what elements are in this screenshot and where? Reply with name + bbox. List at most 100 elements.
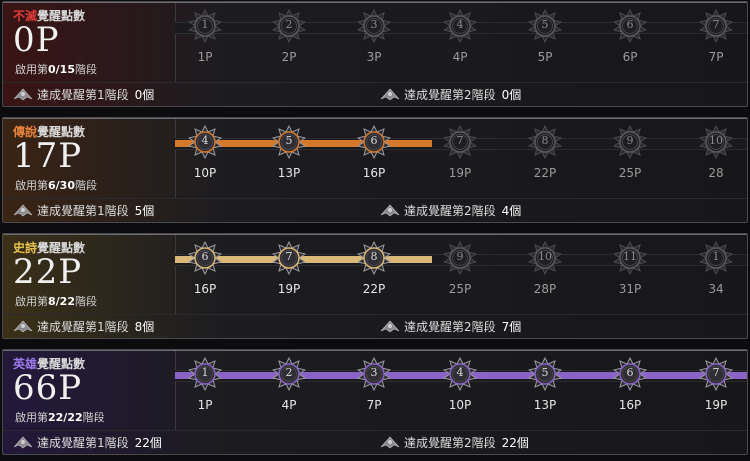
- stage-number: 3: [370, 18, 378, 31]
- stage-cost: 19P: [448, 166, 472, 180]
- points-value: 17P: [13, 136, 83, 176]
- awakening-panel: 史詩覺醒點數 22P 啟用第8/22階段 6 16P 7 19P 8 22P 9…: [2, 233, 748, 339]
- stage-cost: 10P: [448, 398, 472, 412]
- stage-number: 8: [370, 250, 378, 263]
- points-value: 0P: [13, 20, 60, 60]
- stage-node[interactable]: 3: [357, 357, 391, 391]
- stage-prefix: 啟用第: [15, 411, 48, 424]
- awakening-panel: 傳說覺醒點數 17P 啟用第6/30階段 4 10P 5 13P 6 16P 7…: [2, 117, 748, 223]
- stage-suffix: 階段: [74, 63, 97, 76]
- stage-cost: 16P: [193, 282, 217, 296]
- stage-node[interactable]: 7: [699, 357, 733, 391]
- stage-node[interactable]: 5: [528, 9, 562, 43]
- stage-cost: 16P: [618, 398, 642, 412]
- stage-node[interactable]: 7: [443, 125, 477, 159]
- achievement-count: 0個: [501, 88, 522, 102]
- achievement-label: 達成覺醒第1階段: [37, 320, 129, 334]
- stage-number: 9: [456, 250, 464, 263]
- stage-number: 1: [712, 250, 720, 263]
- stage-prefix: 啟用第: [15, 295, 48, 308]
- stage-node[interactable]: 7: [272, 241, 306, 275]
- stage-cost: 28P: [533, 282, 557, 296]
- stage-node[interactable]: 7: [699, 9, 733, 43]
- stage-node[interactable]: 11: [613, 241, 647, 275]
- points-summary: 英雄覺醒點數 66P 啟用第22/22階段: [3, 350, 176, 430]
- emblem-icon: [13, 436, 37, 450]
- stage-track: 4 10P 5 13P 6 16P 7 19P 8 22P 9 25P 10 2…: [175, 118, 747, 198]
- stage-cost: 7P: [708, 50, 724, 64]
- stage-prefix: 啟用第: [15, 179, 48, 192]
- stage-node[interactable]: 8: [528, 125, 562, 159]
- stage-number: 8: [541, 134, 549, 147]
- stage-node[interactable]: 4: [188, 125, 222, 159]
- stage-number: 10: [538, 250, 552, 263]
- stage-number: 7: [712, 18, 720, 31]
- emblem-icon: [13, 204, 37, 218]
- stage-cost: 4P: [452, 50, 468, 64]
- emblem-icon: [380, 436, 404, 450]
- stage-node[interactable]: 1: [188, 357, 222, 391]
- stage-cost: 1P: [197, 398, 213, 412]
- points-summary: 史詩覺醒點數 22P 啟用第8/22階段: [3, 234, 176, 314]
- stage-cost: 25P: [448, 282, 472, 296]
- points-value: 66P: [13, 368, 83, 408]
- stage-node[interactable]: 2: [272, 357, 306, 391]
- stage-number: 3: [370, 366, 378, 379]
- stage-node[interactable]: 9: [443, 241, 477, 275]
- stage-number: 4: [201, 134, 209, 147]
- stage-status: 啟用第8/22階段: [15, 293, 97, 309]
- emblem-icon: [380, 204, 404, 218]
- stage-number: 7: [456, 134, 464, 147]
- achievement-stage2: 達成覺醒第2階段 7個: [380, 318, 521, 336]
- achievement-row: 達成覺醒第1階段 8個 達成覺醒第2階段 7個: [3, 314, 747, 338]
- stage-node[interactable]: 6: [613, 9, 647, 43]
- stage-node[interactable]: 10: [699, 125, 733, 159]
- stage-cost: 2P: [281, 50, 297, 64]
- achievement-label: 達成覺醒第2階段: [404, 88, 496, 102]
- achievement-count: 22個: [501, 436, 529, 450]
- stage-node[interactable]: 5: [272, 125, 306, 159]
- stage-number: 7: [712, 366, 720, 379]
- stage-node[interactable]: 1: [699, 241, 733, 275]
- stage-status: 啟用第22/22階段: [15, 409, 105, 425]
- stage-node[interactable]: 3: [357, 9, 391, 43]
- stage-value: 22/22: [48, 411, 83, 424]
- achievement-label: 達成覺醒第1階段: [37, 88, 129, 102]
- achievement-count: 7個: [501, 320, 522, 334]
- stage-node[interactable]: 9: [613, 125, 647, 159]
- stage-track: 1 1P 2 4P 3 7P 4 10P 5 13P 6 16P 7 19P: [175, 350, 747, 430]
- stage-node[interactable]: 6: [188, 241, 222, 275]
- achievement-label: 達成覺醒第2階段: [404, 204, 496, 218]
- stage-cost: 13P: [277, 166, 301, 180]
- stage-number: 5: [541, 366, 549, 379]
- stage-node[interactable]: 6: [613, 357, 647, 391]
- stage-number: 4: [456, 18, 464, 31]
- stage-node[interactable]: 4: [443, 9, 477, 43]
- emblem-icon: [13, 320, 37, 334]
- achievement-stage1: 達成覺醒第1階段 5個: [13, 202, 154, 220]
- awakening-panel: 英雄覺醒點數 66P 啟用第22/22階段 1 1P 2 4P 3 7P 4 1…: [2, 349, 748, 455]
- stage-cost: 31P: [618, 282, 642, 296]
- stage-node[interactable]: 10: [528, 241, 562, 275]
- stage-cost: 7P: [366, 398, 382, 412]
- stage-cost: 34: [708, 282, 724, 296]
- achievement-stage1: 達成覺醒第1階段 8個: [13, 318, 154, 336]
- stage-node[interactable]: 4: [443, 357, 477, 391]
- stage-node[interactable]: 2: [272, 9, 306, 43]
- stage-node[interactable]: 8: [357, 241, 391, 275]
- emblem-icon: [13, 88, 37, 102]
- stage-node[interactable]: 5: [528, 357, 562, 391]
- stage-number: 9: [626, 134, 634, 147]
- stage-node[interactable]: 6: [357, 125, 391, 159]
- stage-number: 5: [541, 18, 549, 31]
- stage-cost: 3P: [366, 50, 382, 64]
- emblem-icon: [380, 320, 404, 334]
- stage-number: 6: [370, 134, 378, 147]
- stage-value: 6/30: [48, 179, 75, 192]
- stage-value: 0/15: [48, 63, 75, 76]
- emblem-icon: [380, 88, 404, 102]
- stage-value: 8/22: [48, 295, 75, 308]
- achievement-label: 達成覺醒第1階段: [37, 436, 129, 450]
- stage-number: 11: [623, 250, 637, 263]
- stage-node[interactable]: 1: [188, 9, 222, 43]
